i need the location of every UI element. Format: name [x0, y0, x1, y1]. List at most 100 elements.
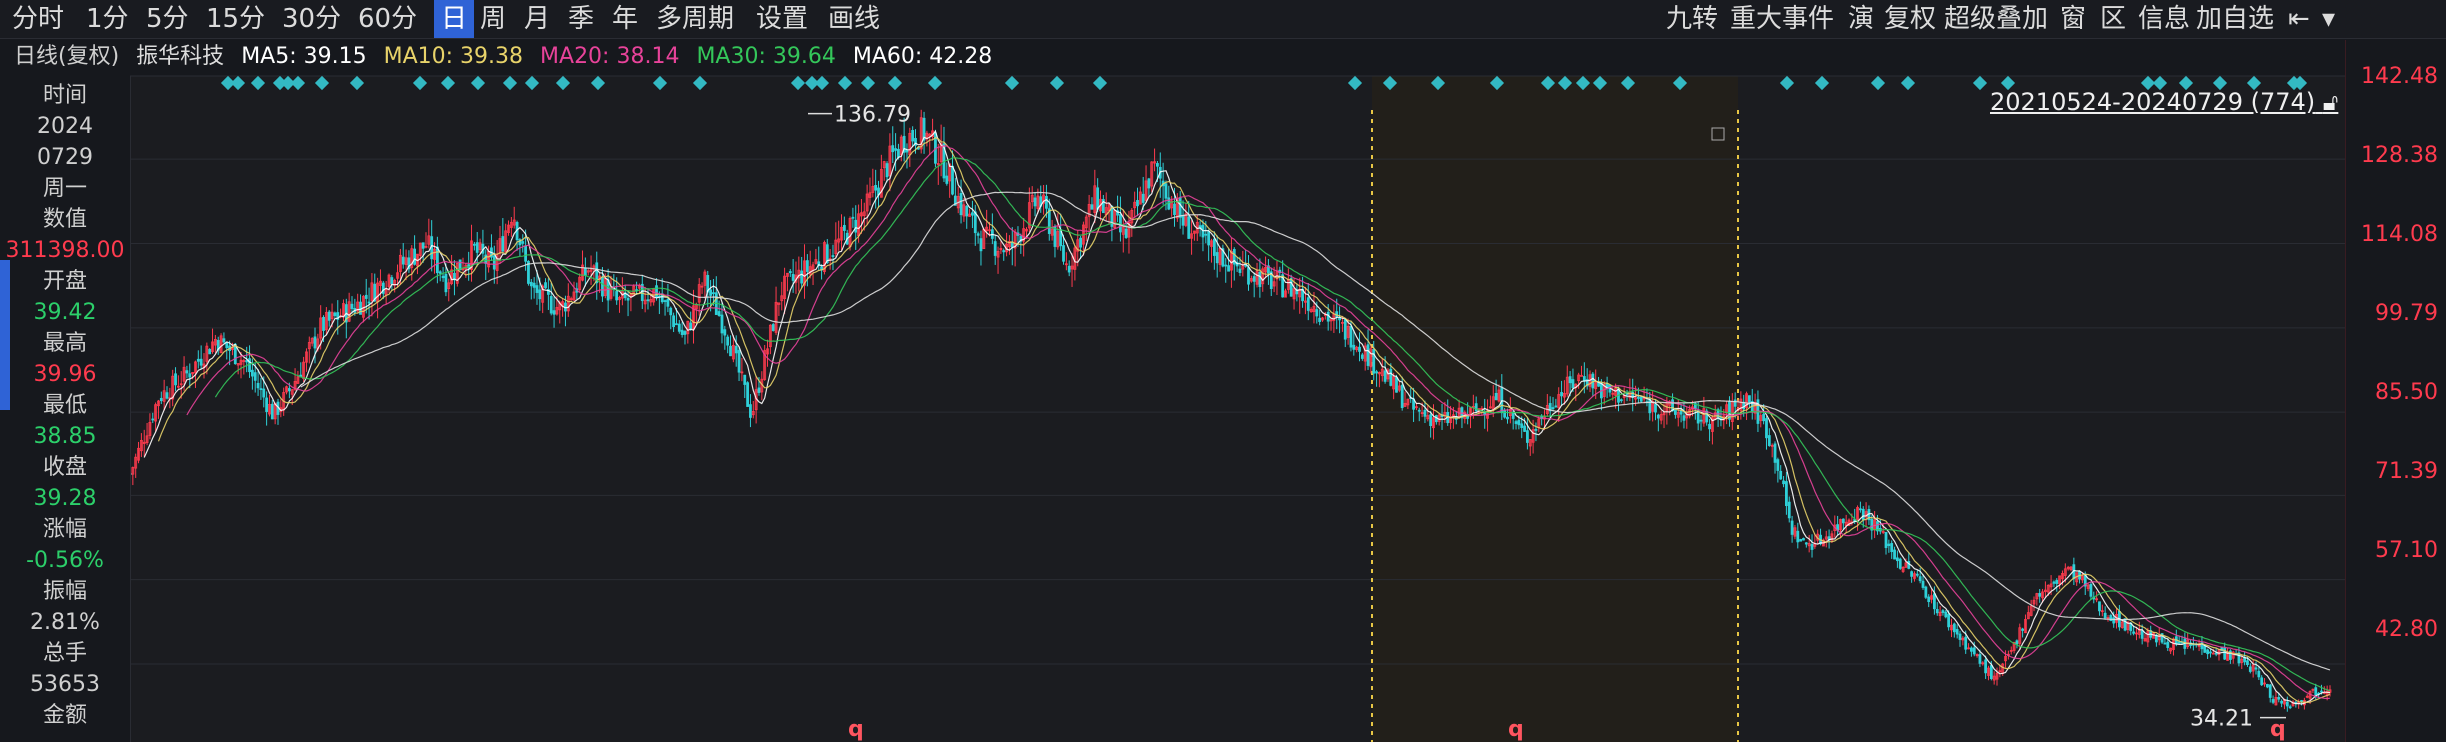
candle-body[interactable]: [262, 388, 266, 398]
candle-body[interactable]: [1141, 193, 1145, 203]
candle-body[interactable]: [1318, 317, 1322, 322]
candle-body[interactable]: [1619, 399, 1623, 402]
candle-body[interactable]: [1207, 231, 1211, 246]
candle-body[interactable]: [421, 242, 425, 249]
candle-body[interactable]: [2285, 701, 2289, 707]
candle-body[interactable]: [1238, 268, 1242, 273]
candle-body[interactable]: [1494, 393, 1498, 401]
candle-body[interactable]: [1062, 245, 1065, 262]
candle-body[interactable]: [2203, 645, 2207, 653]
candle-body[interactable]: [897, 148, 900, 158]
candle-body[interactable]: [2288, 706, 2292, 709]
candle-body[interactable]: [1639, 396, 1643, 402]
candle-body[interactable]: [2248, 666, 2252, 672]
candle-body[interactable]: [1944, 611, 1948, 618]
candle-body[interactable]: [1306, 297, 1310, 311]
candle-body[interactable]: [1884, 531, 1888, 549]
candle-body[interactable]: [1861, 508, 1865, 520]
candle-body[interactable]: [979, 238, 983, 252]
candle-body[interactable]: [854, 219, 858, 233]
candle-body[interactable]: [1383, 370, 1387, 382]
candle-body[interactable]: [911, 130, 915, 142]
candle-body[interactable]: [1178, 197, 1182, 218]
candle-body[interactable]: [1002, 250, 1006, 253]
candle-body[interactable]: [521, 241, 525, 244]
candle-body[interactable]: [1773, 443, 1777, 463]
candle-body[interactable]: [2206, 649, 2210, 655]
candle-body[interactable]: [851, 216, 855, 219]
candle-body[interactable]: [1289, 278, 1293, 297]
candle-body[interactable]: [2280, 700, 2284, 704]
date-range-label[interactable]: 20210524-20240729 (774) 🔓︎: [1990, 88, 2338, 116]
candle-body[interactable]: [1859, 508, 1862, 511]
candle-body[interactable]: [1924, 586, 1928, 598]
candle-body[interactable]: [1927, 596, 1931, 603]
collapse-icon[interactable]: ⇤: [2288, 0, 2310, 38]
candle-body[interactable]: [1895, 557, 1899, 562]
candle-body[interactable]: [1964, 636, 1968, 650]
candle-body[interactable]: [1796, 530, 1800, 543]
candle-body[interactable]: [1841, 518, 1845, 524]
candle-body[interactable]: [683, 331, 687, 335]
candle-body[interactable]: [891, 145, 895, 153]
candle-body[interactable]: [1429, 414, 1433, 427]
candle-body[interactable]: [225, 342, 229, 349]
candle-body[interactable]: [965, 205, 969, 217]
candle-body[interactable]: [951, 165, 954, 195]
candle-body[interactable]: [1173, 203, 1176, 216]
period-label[interactable]: 日线(复权): [14, 44, 119, 69]
candle-body[interactable]: [524, 245, 528, 262]
candle-body[interactable]: [663, 300, 667, 302]
candle-body[interactable]: [669, 307, 673, 316]
candle-body[interactable]: [1247, 267, 1250, 285]
range-button[interactable]: 区: [2100, 0, 2126, 38]
candle-body[interactable]: [1506, 416, 1509, 420]
candle-body[interactable]: [973, 211, 977, 234]
candle-body[interactable]: [1500, 386, 1504, 414]
candle-body[interactable]: [1568, 376, 1572, 384]
candle-body[interactable]: [529, 281, 533, 287]
candle-body[interactable]: [322, 316, 325, 331]
candle-body[interactable]: [677, 323, 681, 332]
left-edge-tab[interactable]: [0, 260, 10, 410]
add-watchlist-button[interactable]: 加自选: [2196, 0, 2274, 38]
candle-body[interactable]: [2103, 612, 2107, 619]
candle-body[interactable]: [2132, 631, 2136, 634]
candle-body[interactable]: [2268, 684, 2272, 698]
candle-body[interactable]: [401, 256, 405, 265]
candle-body[interactable]: [2265, 684, 2269, 688]
candle-body[interactable]: [1204, 233, 1208, 236]
candle-body[interactable]: [646, 299, 650, 302]
candle-body[interactable]: [1958, 633, 1962, 640]
candle-body[interactable]: [1119, 214, 1122, 233]
candle-body[interactable]: [1674, 409, 1677, 415]
candle-body[interactable]: [1898, 558, 1902, 569]
candle-body[interactable]: [1637, 397, 1640, 399]
candle-body[interactable]: [626, 297, 630, 301]
candle-body[interactable]: [1526, 430, 1529, 443]
candle-body[interactable]: [413, 248, 417, 265]
candle-body[interactable]: [1782, 480, 1785, 485]
candle-body[interactable]: [666, 298, 670, 307]
candle-body[interactable]: [1096, 187, 1100, 210]
candle-body[interactable]: [1921, 580, 1925, 588]
candle-body[interactable]: [1682, 415, 1686, 421]
candle-body[interactable]: [165, 392, 169, 399]
period-tab-year[interactable]: 年: [612, 0, 648, 38]
candle-body[interactable]: [253, 372, 257, 381]
period-tab-分时[interactable]: 分时: [0, 0, 76, 38]
candle-body[interactable]: [265, 397, 269, 412]
q-marker[interactable]: q: [2270, 717, 2286, 742]
candle-body[interactable]: [743, 374, 747, 385]
candle-body[interactable]: [885, 163, 889, 178]
candle-body[interactable]: [2055, 580, 2059, 584]
candle-body[interactable]: [1349, 325, 1353, 348]
candle-body[interactable]: [222, 338, 226, 343]
candle-body[interactable]: [2214, 652, 2218, 655]
candle-body[interactable]: [256, 382, 260, 389]
candle-body[interactable]: [441, 275, 445, 279]
candle-body[interactable]: [188, 373, 192, 378]
candle-body[interactable]: [1748, 395, 1751, 403]
candle-body[interactable]: [1366, 344, 1370, 366]
candle-body[interactable]: [245, 360, 249, 363]
